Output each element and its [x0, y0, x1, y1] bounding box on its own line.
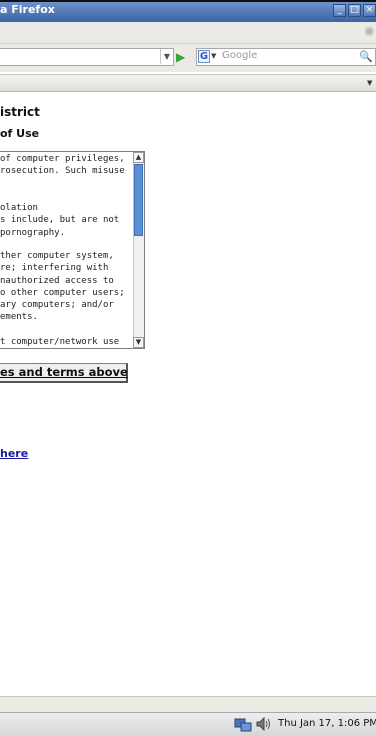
terms-line: s include, but are not — [0, 215, 120, 225]
close-button[interactable]: × — [363, 4, 376, 17]
throbber-icon: ✺ — [364, 25, 375, 40]
window-titlebar[interactable] — [0, 0, 376, 22]
terms-textarea[interactable]: of computer privileges, rosecution. Such… — [0, 151, 145, 349]
network-icon[interactable] — [234, 717, 252, 732]
maximize-button[interactable]: □ — [348, 4, 361, 17]
page-subheading: of Use — [0, 127, 40, 140]
url-input[interactable] — [0, 48, 174, 66]
go-button-icon[interactable]: ▶ — [176, 49, 190, 65]
scroll-up-icon[interactable]: ▲ — [133, 152, 144, 163]
terms-line: of computer privileges, — [0, 154, 125, 164]
search-engine-dropdown-icon[interactable]: ▼ — [211, 52, 216, 60]
here-link[interactable]: here — [0, 447, 28, 460]
tab-bar — [0, 74, 376, 92]
terms-line: re; interfering with — [0, 263, 109, 273]
minimize-button[interactable]: _ — [333, 4, 346, 17]
scroll-down-icon[interactable]: ▼ — [133, 337, 144, 348]
scrollbar-thumb[interactable] — [134, 164, 143, 236]
taskbar-clock[interactable]: Thu Jan 17, 1:06 PM — [278, 718, 376, 729]
window-title: a Firefox — [0, 3, 55, 16]
terms-line: ary computers; and/or — [0, 300, 114, 310]
volume-icon[interactable] — [256, 716, 272, 732]
terms-line: nauthorized access to — [0, 276, 114, 286]
search-icon[interactable]: 🔍 — [359, 50, 373, 63]
status-bar — [0, 696, 376, 712]
terms-line: ements. — [0, 312, 38, 322]
terms-line: o other computer users; — [0, 288, 125, 298]
search-engine-icon[interactable]: G — [198, 50, 210, 63]
page-heading: istrict — [0, 105, 40, 119]
terms-line: ther computer system, — [0, 251, 114, 261]
search-placeholder: Google — [222, 50, 258, 61]
terms-line: olation — [0, 203, 38, 213]
terms-line: rosecution. Such misuse — [0, 166, 125, 176]
url-dropdown-icon[interactable]: ▼ — [160, 49, 173, 64]
terms-line: pornography. — [0, 228, 66, 238]
terms-line: t computer/network use — [0, 337, 120, 347]
agree-button-label[interactable]: es and terms above — [0, 365, 128, 379]
menu-toolbar — [0, 22, 376, 44]
tab-list-dropdown-icon[interactable]: ▼ — [367, 79, 372, 87]
